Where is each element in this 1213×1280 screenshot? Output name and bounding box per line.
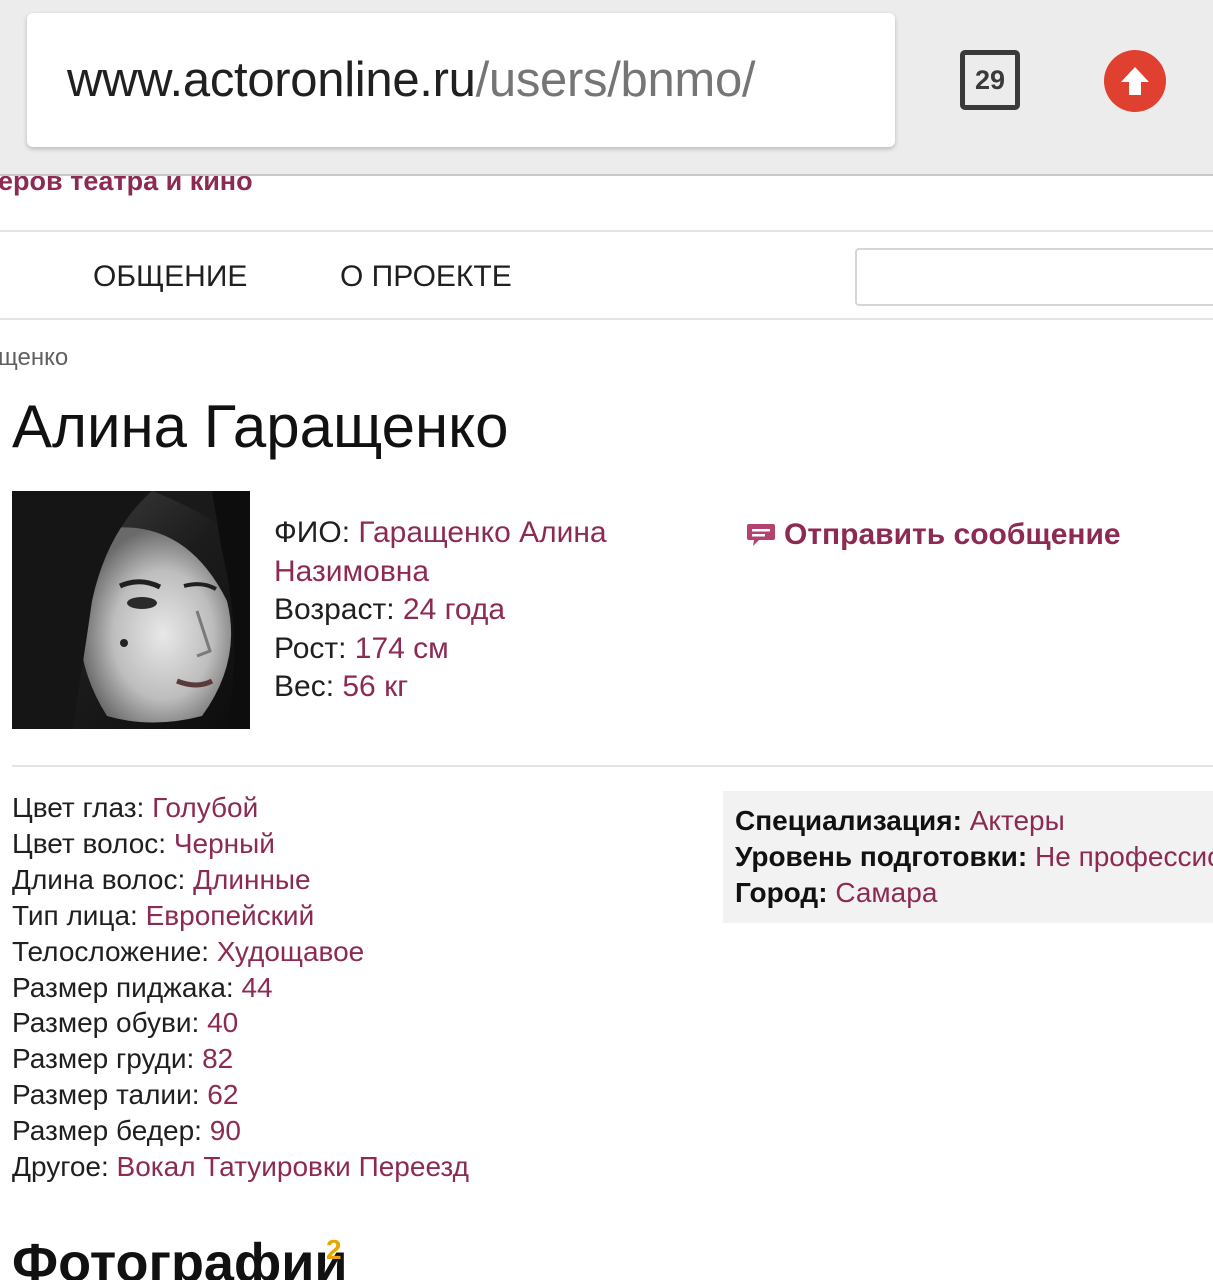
tab-count: 29 (974, 64, 1006, 95)
info-row-fio: ФИО: Гаращенко Алина Назимовна (274, 514, 694, 591)
photos-heading: Фотографии (12, 1233, 348, 1280)
spec-label: Специализация: (735, 805, 962, 836)
attr-row: Размер обуви: 40 (12, 1005, 469, 1041)
nav-item-about[interactable]: О ПРОЕКТЕ (340, 260, 512, 294)
info-value[interactable]: 24 года (403, 593, 505, 626)
profile-photo[interactable] (12, 491, 250, 729)
attr-row: Цвет глаз: Голубой (12, 790, 469, 826)
attr-value[interactable]: 62 (207, 1079, 238, 1110)
attr-label: Цвет глаз: (12, 792, 145, 823)
send-message-label: Отправить сообщение (784, 518, 1121, 551)
attr-value[interactable]: 44 (241, 972, 272, 1003)
spec-row: Город: Самара (735, 875, 1213, 911)
page-title: Алина Гаращенко (12, 393, 509, 460)
send-message-link[interactable]: Отправить сообщение (746, 518, 1121, 552)
attr-row: Размер пиджака: 44 (12, 970, 469, 1006)
info-label: Вес: (274, 670, 335, 703)
attributes-list: Цвет глаз: Голубой Цвет волос: Черный Дл… (12, 790, 469, 1185)
attr-label: Размер пиджака: (12, 971, 234, 1003)
portrait-image (12, 491, 250, 729)
attr-label: Телосложение: (12, 935, 210, 967)
attr-value[interactable]: Длинные (193, 864, 311, 895)
spec-label: Город: (735, 877, 828, 908)
attr-value[interactable]: 40 (207, 1007, 238, 1038)
attr-row: Размер груди: 82 (12, 1041, 469, 1077)
main-nav: ОБЩЕНИЕ О ПРОЕКТЕ (0, 232, 1213, 320)
spec-label: Уровень подготовки: (735, 841, 1028, 872)
spec-row: Уровень подготовки: Не профессионал (735, 839, 1213, 875)
tab-switcher-button[interactable]: 29 (960, 50, 1020, 110)
attr-row: Цвет волос: Черный (12, 826, 469, 862)
attr-row: Другое: Вокал Татуировки Переезд (12, 1149, 469, 1185)
attr-row: Длина волос: Длинные (12, 862, 469, 898)
url-host: www.actoronline.ru (67, 53, 476, 107)
attr-label: Длина волос: (12, 863, 186, 895)
attr-label: Другое: (12, 1151, 109, 1183)
browser-toolbar: www.actoronline.ru/users/bnmo/ 29 (0, 0, 1213, 176)
attr-label: Цвет волос: (12, 827, 167, 859)
attr-label: Размер талии: (12, 1079, 200, 1111)
speech-bubble-icon (747, 524, 775, 546)
search-input[interactable] (855, 248, 1213, 306)
attr-value[interactable]: 90 (210, 1115, 241, 1146)
attr-value[interactable]: Худощавое (217, 936, 364, 967)
attr-value[interactable]: Голубой (152, 792, 258, 823)
attr-value[interactable]: 82 (202, 1043, 233, 1074)
attr-value[interactable]: Вокал Татуировки Переезд (117, 1151, 469, 1182)
url-path: /users/bnmo/ (475, 53, 756, 107)
info-value[interactable]: 56 кг (342, 670, 408, 703)
address-bar[interactable]: www.actoronline.ru/users/bnmo/ (27, 13, 895, 147)
attr-label: Размер груди: (12, 1043, 195, 1075)
banner-text: еров театра и кино (0, 176, 253, 196)
attr-value[interactable]: Европейский (146, 900, 315, 931)
nav-item-communication[interactable]: ОБЩЕНИЕ (93, 260, 247, 294)
arrow-up-circle-icon[interactable] (1104, 50, 1166, 112)
attr-row: Размер талии: 62 (12, 1077, 469, 1113)
attr-row: Тип лица: Европейский (12, 898, 469, 934)
specialization-box: Специализация: Актеры Уровень подготовки… (723, 791, 1213, 923)
info-label: ФИО: (274, 516, 351, 549)
attr-value[interactable]: Черный (174, 828, 275, 859)
info-label: Возраст: (274, 593, 395, 626)
spec-value[interactable]: Не профессионал (1035, 841, 1213, 872)
divider (12, 765, 1213, 767)
info-label: Рост: (274, 631, 347, 665)
attr-label: Размер обуви: (12, 1007, 200, 1039)
profile-info: ФИО: Гаращенко Алина Назимовна Возраст: … (274, 514, 694, 707)
attr-label: Размер бедер: (12, 1115, 202, 1147)
info-value[interactable]: 174 см (355, 632, 449, 665)
attr-label: Тип лица: (12, 899, 138, 931)
info-row-weight: Вес: 56 кг (274, 668, 694, 707)
spec-value[interactable]: Актеры (970, 805, 1065, 836)
spec-row: Специализация: Актеры (735, 803, 1213, 839)
arrow-up-icon (1121, 67, 1149, 95)
info-row-age: Возраст: 24 года (274, 591, 694, 630)
spec-value[interactable]: Самара (835, 877, 937, 908)
attr-row: Размер бедер: 90 (12, 1113, 469, 1149)
breadcrumb[interactable]: щенко (0, 344, 68, 372)
photos-count-badge: 2 (326, 1234, 342, 1265)
attr-row: Телосложение: Худощавое (12, 934, 469, 970)
site-banner: еров театра и кино (0, 176, 1213, 232)
info-row-height: Рост: 174 см (274, 630, 694, 669)
